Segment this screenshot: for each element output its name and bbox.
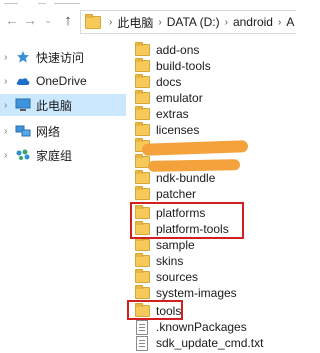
breadcrumb-separator-icon[interactable]: › (109, 17, 112, 28)
file-name: skins (156, 254, 184, 268)
expand-chevron-icon[interactable]: › (4, 150, 14, 161)
breadcrumb-separator-icon[interactable]: › (158, 17, 161, 28)
file-name: sources (156, 270, 199, 284)
network-icon (14, 123, 32, 139)
navigation-bar: ← → ⌄ ↑ › 此电脑 › DATA (D:) › android › A (0, 5, 296, 35)
folder-icon (134, 42, 150, 57)
file-name: build-tools (156, 59, 211, 73)
expand-chevron-icon[interactable]: › (4, 76, 14, 87)
highlight-box (127, 300, 183, 320)
file-name: sdk_update_cmd.txt (156, 336, 264, 350)
highlight-box (130, 202, 244, 239)
file-name: ndk-bundle (156, 171, 216, 185)
back-arrow-icon[interactable]: ← (4, 11, 20, 29)
list-item-file[interactable]: sdk_update_cmd.txt (134, 334, 263, 352)
sidebar-item-this-pc[interactable]: › 此电脑 (0, 94, 126, 116)
folder-icon (134, 74, 150, 89)
sidebar-item-onedrive[interactable]: › OneDrive (0, 70, 126, 92)
folder-icon (134, 253, 150, 268)
expand-chevron-icon[interactable]: › (4, 52, 14, 63)
file-name: sample (156, 238, 195, 252)
redaction-mark (147, 159, 241, 172)
forward-arrow-icon[interactable]: → (22, 11, 38, 29)
breadcrumb-separator-icon[interactable]: › (225, 17, 228, 28)
recent-locations-chevron-icon[interactable]: ⌄ (42, 11, 54, 29)
ribbon-fragment (38, 0, 46, 4)
computer-icon (14, 97, 32, 113)
ribbon-fragment (4, 0, 18, 4)
text-file-icon (134, 335, 150, 351)
cloud-icon (14, 73, 32, 89)
sidebar-item-label: OneDrive (36, 74, 87, 88)
sidebar-item-quick-access[interactable]: › 快速访问 (0, 46, 126, 68)
file-icon (134, 319, 150, 335)
expand-chevron-icon[interactable]: › (4, 126, 14, 137)
file-name: extras (156, 107, 189, 121)
folder-icon (85, 13, 101, 29)
file-name: licenses (156, 123, 200, 137)
breadcrumb-this-pc[interactable]: 此电脑 (117, 14, 153, 31)
file-name: docs (156, 75, 182, 89)
ribbon-fragment (54, 0, 80, 4)
navigation-pane: › 快速访问 › OneDrive › 此电脑 › 网络 › 家庭组 (0, 38, 126, 353)
file-name: add-ons (156, 43, 200, 57)
sidebar-item-label: 家庭组 (36, 148, 73, 163)
list-item-folder[interactable]: patcher (134, 185, 196, 203)
file-name: system-images (156, 286, 237, 300)
expand-chevron-icon[interactable]: › (4, 100, 14, 111)
sidebar-item-label: 网络 (36, 124, 61, 139)
sidebar-item-network[interactable]: › 网络 (0, 120, 126, 142)
sidebar-item-label: 此电脑 (36, 98, 73, 113)
folder-icon (134, 90, 150, 105)
address-bar[interactable]: › 此电脑 › DATA (D:) › android › A (80, 10, 296, 34)
breadcrumb-data-drive[interactable]: DATA (D:) (167, 15, 220, 29)
up-arrow-icon[interactable]: ↑ (60, 11, 76, 29)
breadcrumb-android[interactable]: android (233, 15, 273, 29)
folder-icon (134, 122, 150, 137)
homegroup-icon (14, 147, 32, 163)
folder-icon (134, 58, 150, 73)
file-name: emulator (156, 91, 203, 105)
folder-icon (134, 170, 150, 185)
folder-icon (134, 186, 150, 201)
folder-icon (134, 285, 150, 300)
folder-icon (134, 106, 150, 121)
folder-icon (134, 269, 150, 284)
folder-icon (134, 237, 150, 252)
window-top-edge (0, 0, 287, 4)
breadcrumb-separator-icon[interactable]: › (278, 17, 281, 28)
file-name: .knownPackages (156, 320, 247, 334)
sidebar-item-homegroup[interactable]: › 家庭组 (0, 144, 126, 166)
star-icon (14, 49, 32, 65)
breadcrumb-current[interactable]: A (286, 15, 294, 29)
sidebar-item-label: 快速访问 (36, 50, 85, 65)
file-name: patcher (156, 187, 197, 201)
